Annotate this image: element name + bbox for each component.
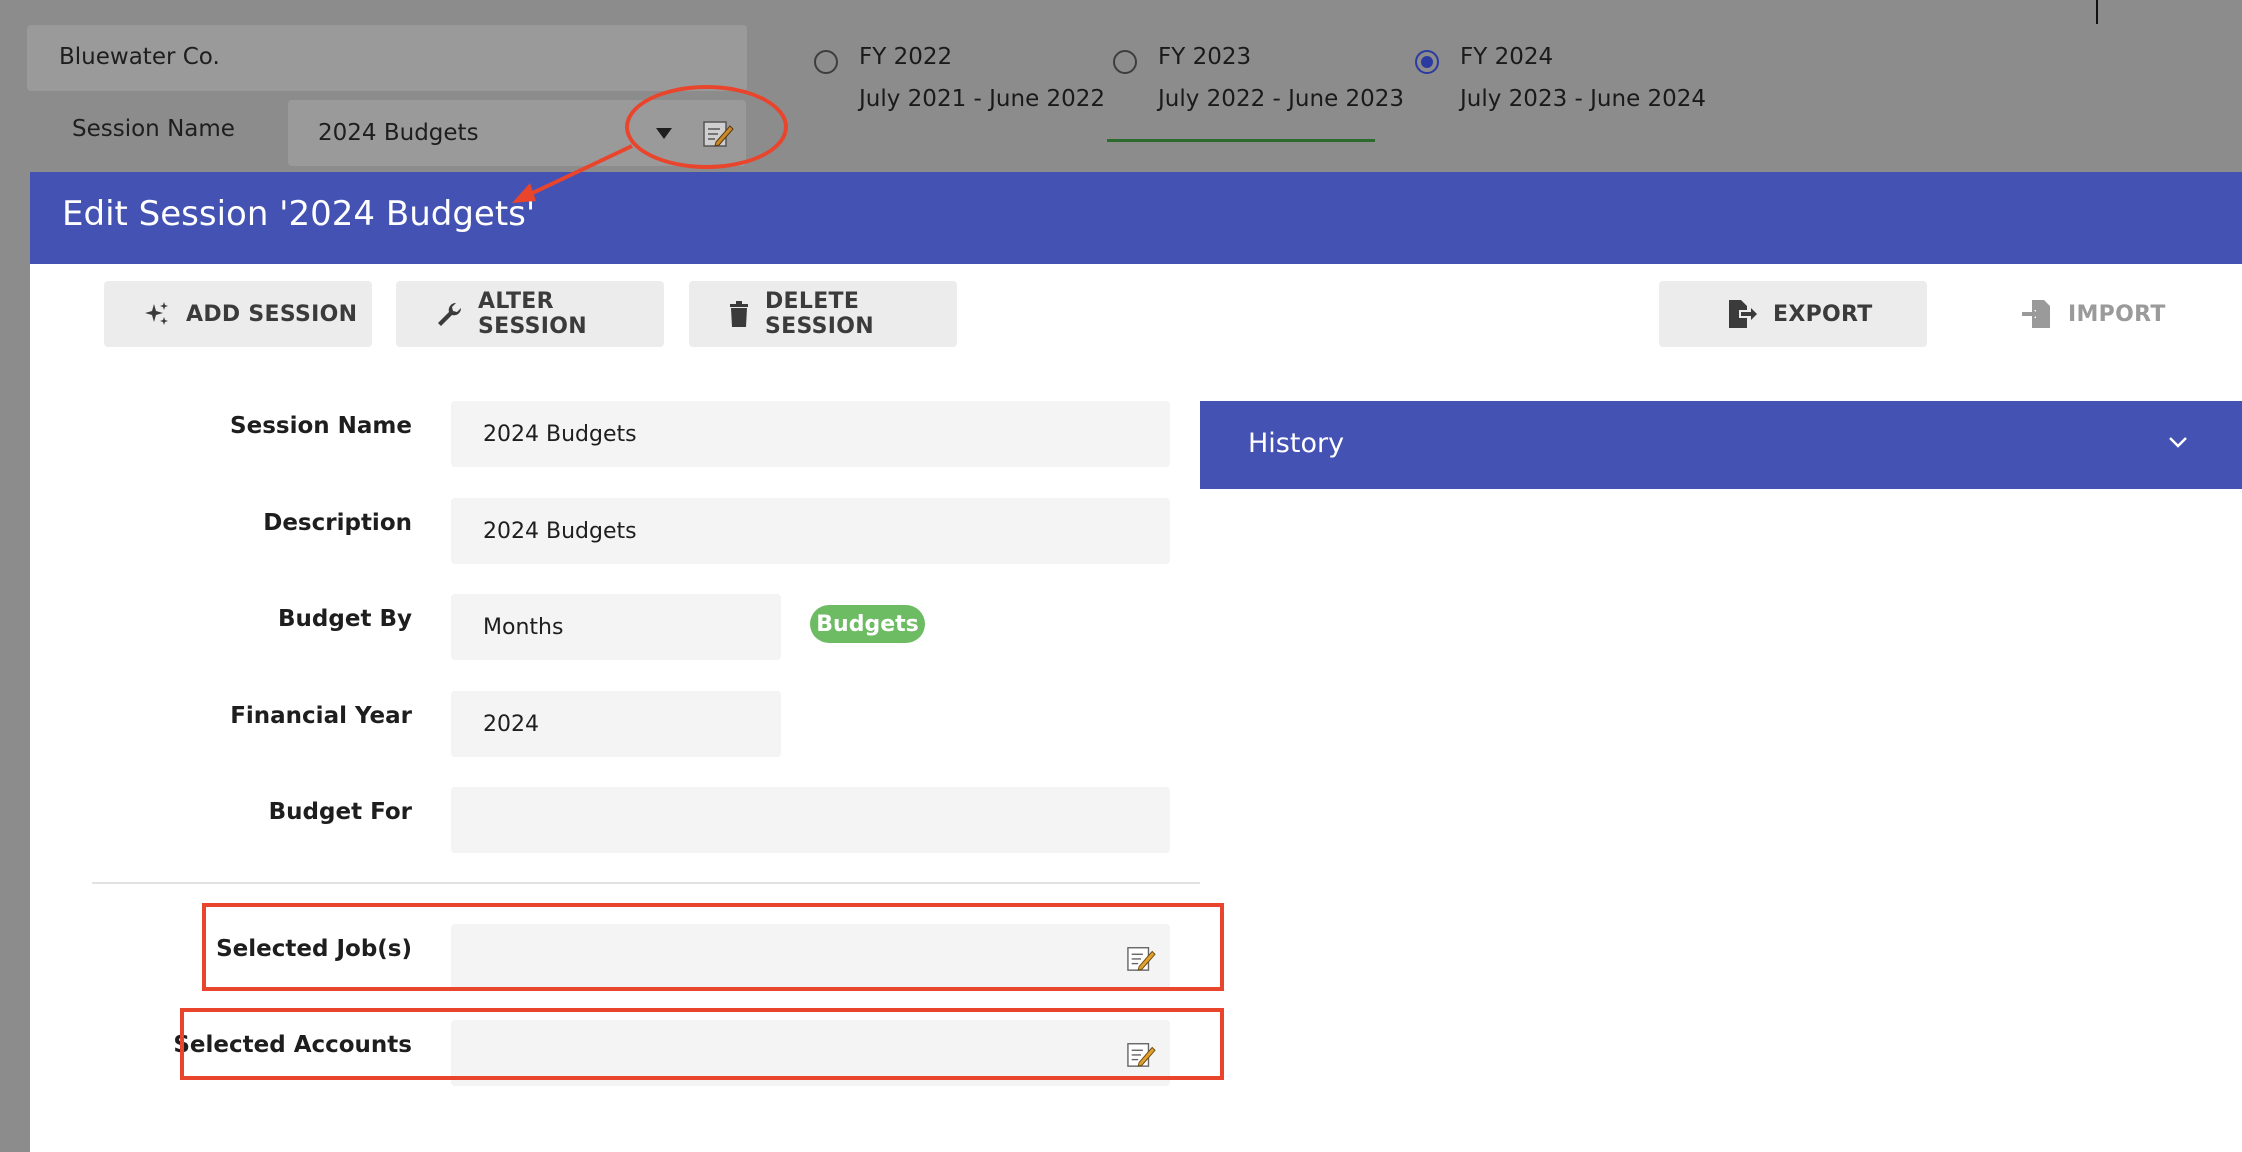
- form-divider: [92, 882, 1200, 884]
- export-button[interactable]: EXPORT: [1659, 281, 1927, 347]
- fy-2023-range: July 2022 - June 2023: [1158, 86, 1405, 112]
- fy-2022-range: July 2021 - June 2022: [859, 86, 1106, 112]
- description-value: 2024 Budgets: [483, 518, 637, 544]
- session-name-field-label: Session Name: [230, 413, 412, 439]
- add-session-button[interactable]: ADD SESSION: [104, 281, 372, 347]
- session-name-value: 2024 Budgets: [483, 421, 637, 447]
- trash-icon: [730, 301, 748, 327]
- company-selector[interactable]: Bluewater Co.: [27, 25, 747, 91]
- financial-year-field-label: Financial Year: [230, 703, 412, 729]
- window-edge-line: [2096, 0, 2098, 24]
- delete-session-button[interactable]: DELETE SESSION: [689, 281, 957, 347]
- selected-accounts-input[interactable]: [451, 1020, 1170, 1086]
- company-name: Bluewater Co.: [59, 44, 220, 70]
- budgets-badge: Budgets: [810, 605, 925, 643]
- fy-2023-radio[interactable]: [1113, 50, 1137, 74]
- session-name-label: Session Name: [72, 116, 235, 142]
- description-input[interactable]: 2024 Budgets: [451, 498, 1170, 564]
- financial-year-input[interactable]: 2024: [451, 691, 781, 757]
- budget-for-field-label: Budget For: [268, 799, 412, 825]
- export-file-icon: [1729, 300, 1757, 328]
- budget-by-value: Months: [483, 614, 564, 640]
- edit-note-icon[interactable]: [702, 118, 734, 148]
- add-session-label: ADD SESSION: [186, 301, 358, 327]
- modal-title: Edit Session '2024 Budgets': [62, 194, 536, 234]
- fy-2024-radio[interactable]: [1415, 50, 1439, 74]
- budget-by-input[interactable]: Months: [451, 594, 781, 660]
- import-button[interactable]: IMPORT: [1952, 281, 2220, 347]
- session-select[interactable]: 2024 Budgets: [288, 100, 746, 166]
- wrench-icon: [438, 302, 462, 326]
- export-label: EXPORT: [1773, 301, 1873, 327]
- fy-2023-title: FY 2023: [1158, 44, 1252, 70]
- history-title: History: [1248, 428, 1345, 459]
- fy-2022-title: FY 2022: [859, 44, 953, 70]
- edit-note-icon[interactable]: [1126, 1040, 1156, 1068]
- sparkle-icon: [145, 302, 168, 325]
- delete-session-label: DELETE SESSION: [765, 289, 874, 339]
- fy-2024-title: FY 2024: [1460, 44, 1554, 70]
- edit-note-icon[interactable]: [1126, 944, 1156, 972]
- import-file-icon: [2022, 300, 2050, 328]
- alter-session-button[interactable]: ALTER SESSION: [396, 281, 664, 347]
- history-panel-header[interactable]: History: [1200, 401, 2242, 489]
- import-label: IMPORT: [2068, 301, 2166, 327]
- caret-down-icon[interactable]: [656, 128, 672, 139]
- budget-for-input[interactable]: [451, 787, 1170, 853]
- selected-jobs-field-label: Selected Job(s): [216, 936, 412, 962]
- modal-header: Edit Session '2024 Budgets': [30, 172, 2242, 264]
- description-field-label: Description: [263, 510, 412, 536]
- budget-by-field-label: Budget By: [278, 606, 412, 632]
- fy-2023-underline: [1107, 139, 1375, 142]
- edit-session-modal: Edit Session '2024 Budgets' ADD SESSION …: [30, 172, 2242, 1152]
- selected-jobs-input[interactable]: [451, 924, 1170, 990]
- session-name-input[interactable]: 2024 Budgets: [451, 401, 1170, 467]
- fy-2024-range: July 2023 - June 2024: [1460, 86, 1707, 112]
- selected-accounts-field-label: Selected Accounts: [173, 1032, 412, 1058]
- session-select-value: 2024 Budgets: [318, 120, 479, 146]
- chevron-down-icon[interactable]: [2168, 435, 2188, 449]
- alter-session-label: ALTER SESSION: [478, 289, 587, 339]
- financial-year-value: 2024: [483, 711, 539, 737]
- fy-2022-radio[interactable]: [814, 50, 838, 74]
